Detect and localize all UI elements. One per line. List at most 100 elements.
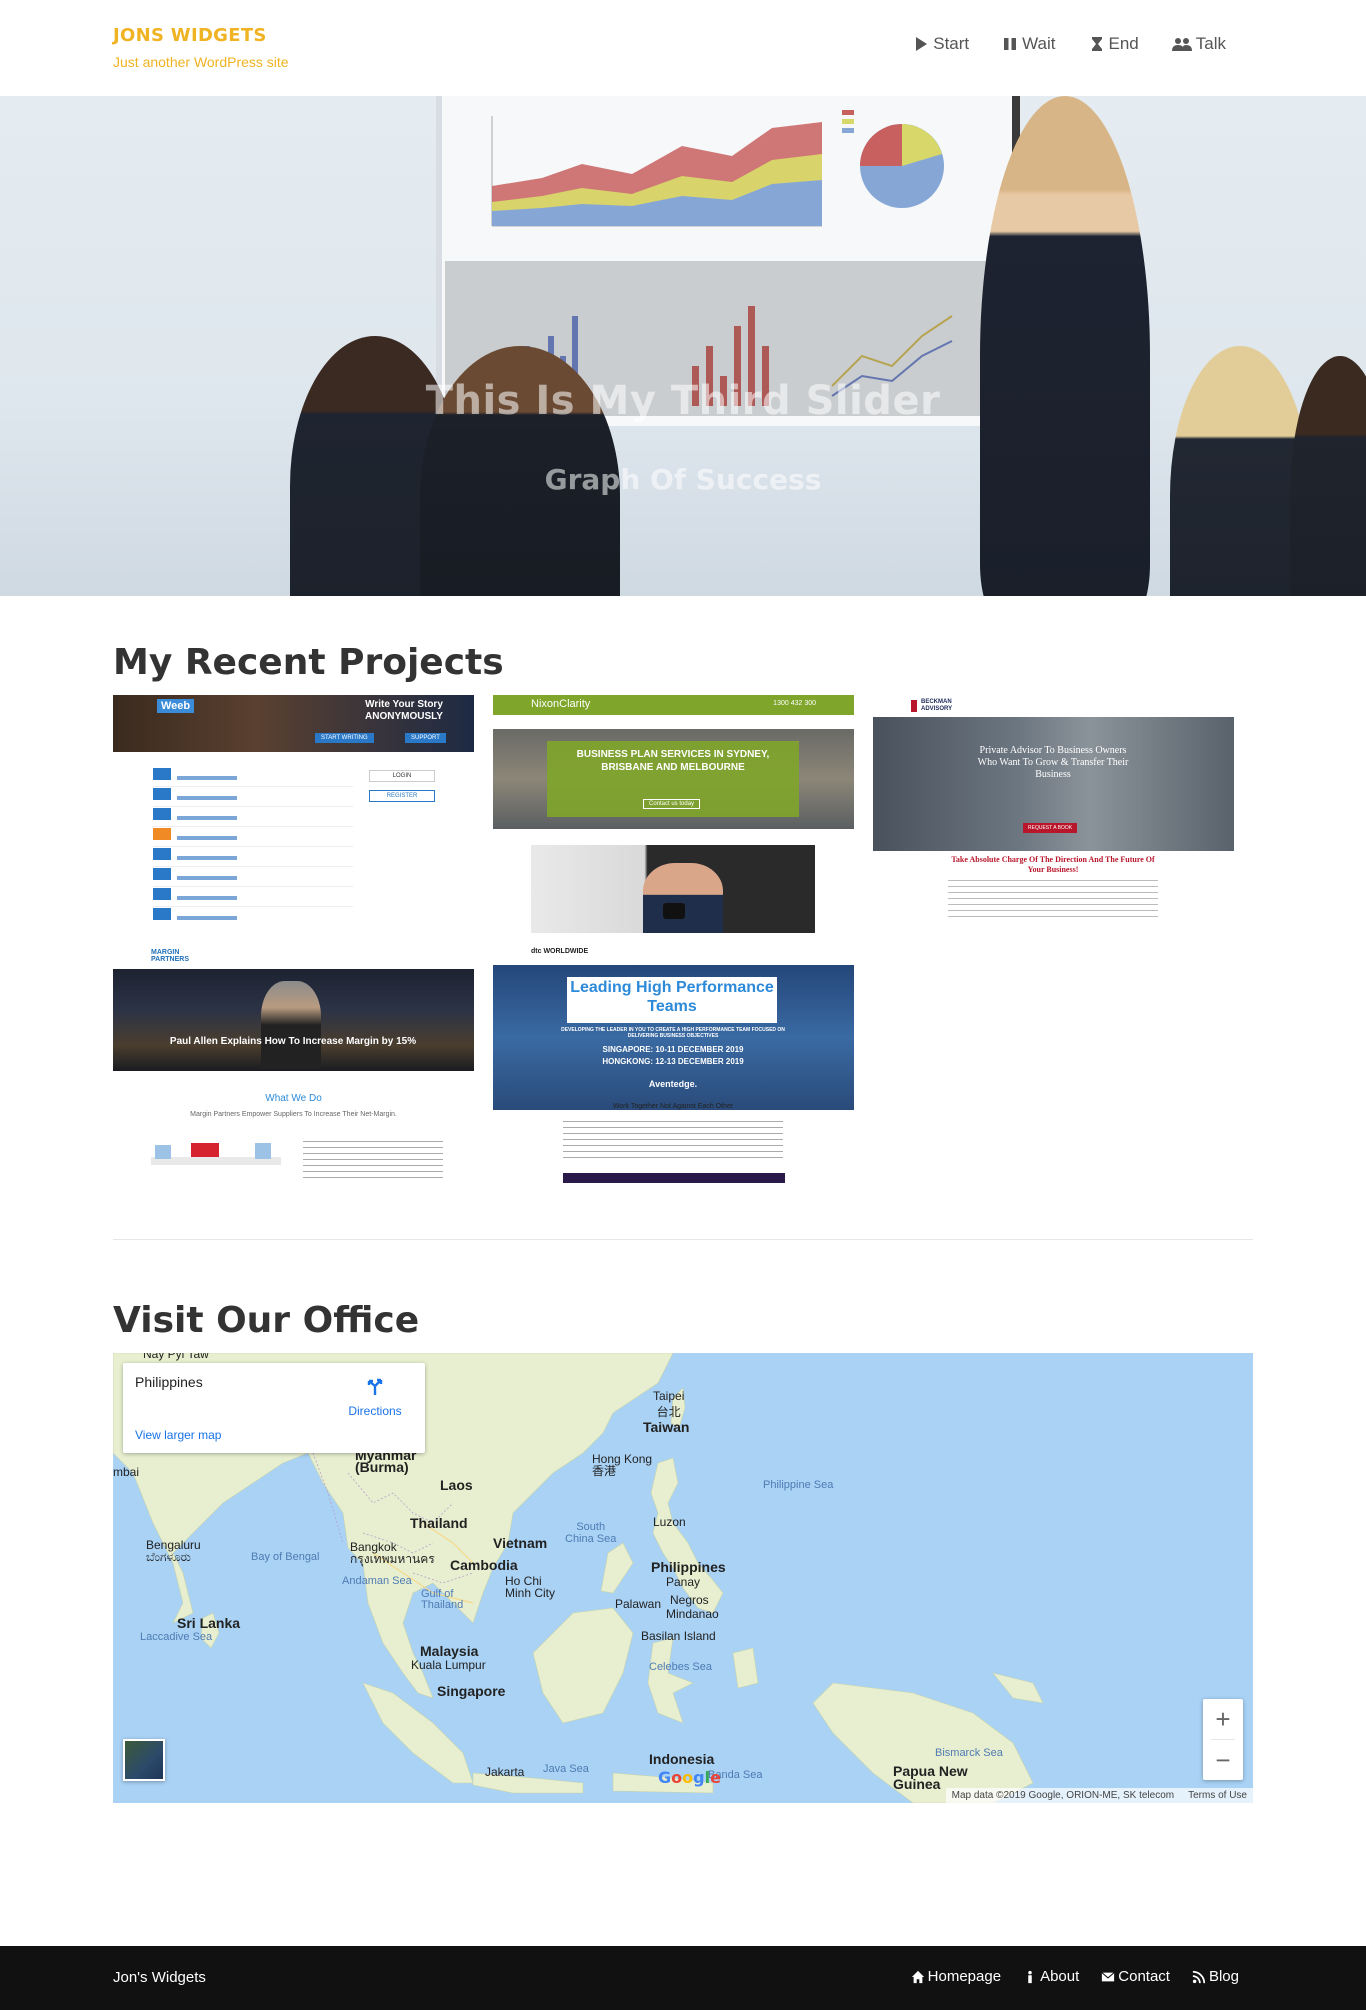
footer-link-homepage[interactable]: Homepage (911, 1968, 1001, 1985)
dtc-logo: dtc WORLDWIDE (531, 948, 589, 955)
map-label-palawan: Palawan (615, 1597, 662, 1611)
presenter (980, 96, 1150, 596)
footer-link-about[interactable]: About (1023, 1968, 1079, 1985)
map-label-negros: Negros (670, 1593, 709, 1607)
directions-label: Directions (348, 1404, 402, 1418)
nixon-logo: NixonClarity (531, 698, 591, 710)
zoom-in-button[interactable]: + (1203, 1699, 1243, 1739)
margin-logo: MARGIN PARTNERS (151, 949, 189, 963)
weeb-support-button: SUPPORT (405, 733, 446, 743)
satellite-toggle[interactable] (123, 1739, 165, 1781)
nav-item-start[interactable]: Start (913, 34, 969, 54)
map-label-vietnam: Vietnam (493, 1535, 548, 1551)
map-label-mindanao: Mindanao (666, 1607, 719, 1621)
hero-title: This Is My Third Slider (425, 378, 941, 424)
margin-illustration (151, 1137, 281, 1177)
nixon-phone: 1300 432 300 (773, 700, 816, 707)
office-heading: Visit Our Office (113, 1300, 420, 1341)
zoom-out-button[interactable]: − (1203, 1740, 1243, 1780)
nav-item-end[interactable]: End (1089, 34, 1139, 54)
margin-speaker (261, 981, 321, 1069)
margin-headline: Paul Allen Explains How To Increase Marg… (169, 1036, 417, 1047)
site-footer: Jon's Widgets Homepage About Contact Blo… (0, 1946, 1366, 2010)
map-label-bengaluru: Bengaluru ಬೆಂಗಳೂರು (146, 1538, 201, 1564)
weeb-register-button: REGISTER (369, 790, 435, 802)
directions-button[interactable]: Directions (345, 1375, 405, 1418)
nixon-headline: BUSINESS PLAN SERVICES IN SYDNEY, BRISBA… (576, 749, 770, 773)
project-thumb-weeb[interactable]: Weeb Write Your Story ANONYMOUSLY START … (113, 695, 474, 933)
nixon-video-person (643, 863, 723, 933)
map-label-cambodia: Cambodia (450, 1557, 518, 1573)
beckman-subheadline: Take Absolute Charge Of The Direction An… (951, 855, 1155, 874)
site-header: JONS WIDGETS Just another WordPress site… (0, 0, 1366, 96)
dtc-dates-sg: SINGAPORE: 10-11 DECEMBER 2019 (602, 1045, 744, 1054)
footer-link-label: About (1040, 1968, 1080, 1985)
terms-link[interactable]: Terms of Use (1188, 1790, 1247, 1801)
map-label-gulf-thailand: Gulf of Thailand (421, 1588, 464, 1611)
nav-label: Start (933, 34, 970, 53)
nav-item-wait[interactable]: Wait (1002, 34, 1056, 54)
beckman-headline: Private Advisor To Business Owners Who W… (977, 745, 1129, 780)
hero-subtitle: Graph Of Success (544, 463, 822, 496)
map-label-thailand: Thailand (410, 1515, 468, 1531)
map-label-laccadive: Laccadive Sea (140, 1631, 213, 1643)
map-label-hochiminh: Ho Chi Minh City (505, 1574, 556, 1600)
map-label-taipei: Taipei 台北 (653, 1389, 685, 1419)
map-label-kualalumpur: Kuala Lumpur (411, 1658, 486, 1672)
projects-heading: My Recent Projects (113, 642, 504, 683)
nav-item-talk[interactable]: Talk (1171, 34, 1226, 54)
project-thumb-beckman[interactable]: BECKMAN ADVISORY Private Advisor To Busi… (873, 695, 1234, 933)
project-thumb-nixonclarity[interactable]: NixonClarity 1300 432 300 BUSINESS PLAN … (493, 695, 854, 933)
map-label-malaysia: Malaysia (420, 1643, 479, 1659)
map-label-laos: Laos (440, 1477, 473, 1493)
margin-section-title: What We Do (265, 1093, 322, 1104)
beckman-logo: BECKMAN ADVISORY (921, 699, 953, 712)
footer-link-label: Contact (1118, 1968, 1170, 1985)
main-nav: Start Wait End Talk (880, 34, 1226, 54)
beckman-logo-mark (911, 700, 917, 712)
nav-label: Talk (1195, 34, 1226, 53)
margin-body-text (303, 1141, 443, 1181)
map-label-andaman-sea: Andaman Sea (342, 1575, 412, 1587)
map-label-bangkok: Bangkok กรุงเทพมหานคร (350, 1540, 435, 1566)
map-label-philippine-sea: Philippine Sea (763, 1479, 834, 1491)
map-label-basilan: Basilan Island (641, 1629, 716, 1643)
home-icon (911, 1970, 924, 1983)
hourglass-icon (1091, 37, 1102, 51)
section-divider (113, 1239, 1253, 1240)
view-larger-map-link[interactable]: View larger map (135, 1428, 221, 1442)
dtc-dates-hk: HONGKONG: 12-13 DECEMBER 2019 (602, 1057, 744, 1066)
embedded-map[interactable]: Taipei 台北 Taiwan Myanmar (Burma) Laos Ho… (113, 1353, 1253, 1803)
weeb-logo: Weeb (157, 699, 195, 713)
footer-link-label: Blog (1208, 1968, 1239, 1985)
map-label-singapore: Singapore (437, 1683, 506, 1699)
map-info-card: Philippines Directions View larger map (123, 1363, 425, 1453)
nav-label: End (1108, 34, 1139, 53)
weeb-headline: Write Your Story ANONYMOUSLY (365, 699, 443, 722)
weeb-login-button: LOGIN (369, 770, 435, 782)
map-label-jakarta: Jakarta (485, 1765, 525, 1779)
map-label-philippines: Philippines (651, 1559, 726, 1575)
play-icon (916, 37, 928, 51)
map-label-south-china-sea: South China Sea (565, 1521, 617, 1545)
directions-icon (367, 1378, 383, 1395)
site-title[interactable]: JONS WIDGETS (113, 25, 267, 46)
info-icon (1028, 1970, 1032, 1983)
map-label-luzon: Luzon (653, 1515, 686, 1529)
rss-icon (1192, 1970, 1206, 1983)
footer-link-blog[interactable]: Blog (1192, 1968, 1239, 1985)
footer-link-contact[interactable]: Contact (1101, 1968, 1170, 1985)
map-label-naypyitaw: Nay Pyi Taw (143, 1353, 209, 1361)
hero-slider[interactable]: This Is My Third Slider Graph Of Success (0, 96, 1366, 596)
dtc-body-text (563, 1121, 783, 1161)
map-label-panay: Panay (666, 1575, 701, 1589)
dtc-partner: Aventedge. (648, 1079, 698, 1089)
map-label-indonesia: Indonesia (649, 1751, 715, 1767)
zoom-control: + − (1203, 1699, 1243, 1780)
project-thumb-dtc[interactable]: dtc WORLDWIDE Leading High Performance T… (493, 945, 854, 1183)
weeb-start-button: START WRITING (315, 733, 374, 743)
dtc-bottom-bar (563, 1173, 785, 1183)
project-thumb-margin-partners[interactable]: MARGIN PARTNERS Paul Allen Explains How … (113, 945, 474, 1183)
users-icon (1171, 38, 1192, 51)
footer-brand: Jon's Widgets (113, 1969, 206, 1986)
